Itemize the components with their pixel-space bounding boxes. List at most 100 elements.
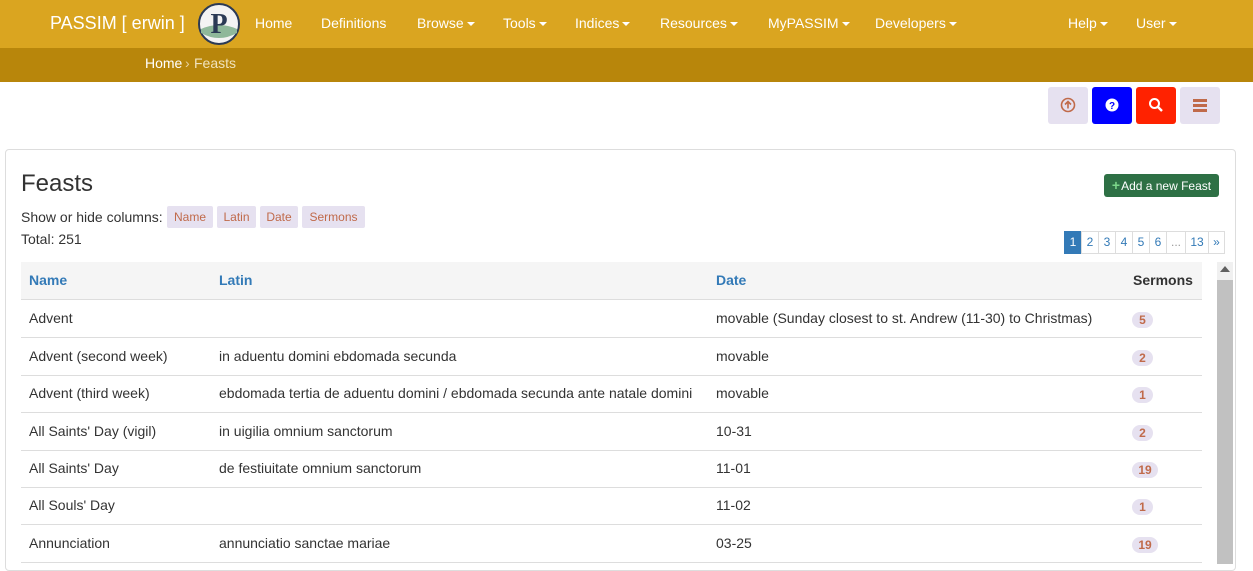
cell-name: Advent [29,310,73,326]
toggle-column-sermons[interactable]: Sermons [302,206,365,228]
toggle-column-name[interactable]: Name [167,206,213,228]
nav-help-label: Help [1068,15,1097,31]
page-4[interactable]: 4 [1115,231,1133,254]
nav-resources-label: Resources [660,15,727,31]
cell-latin: in aduentu domini ebdomada secunda [219,348,457,364]
page-13[interactable]: 13 [1185,231,1209,254]
cell-date: 11-02 [716,497,751,513]
cell-name: Advent (third week) [29,385,150,401]
nav-indices[interactable]: Indices [575,15,631,31]
nav-home[interactable]: Home [255,15,292,31]
cell-name: All Saints' Day (vigil) [29,423,157,439]
sermon-count-badge[interactable]: 1 [1132,387,1153,403]
breadcrumb-separator: › [185,55,190,71]
cell-date: movable (Sunday closest to st. Andrew (1… [716,310,1093,326]
column-header-date[interactable]: Date [716,272,746,288]
page-title: Feasts [21,170,94,197]
nav-definitions[interactable]: Definitions [321,15,386,31]
cell-latin: ebdomada tertia de aduentu domini / ebdo… [219,385,693,401]
cell-name: All Souls' Day [29,497,115,513]
list-icon [1193,99,1207,112]
total-count: Total: 251 [21,231,82,247]
page-next[interactable]: » [1208,231,1225,254]
table-row[interactable]: Advent (third week) ebdomada tertia de a… [21,375,1202,413]
passim-logo-icon[interactable]: P [198,3,240,45]
nav-definitions-label: Definitions [321,15,387,31]
nav-browse[interactable]: Browse [417,15,475,31]
help-button[interactable]: ? [1092,87,1132,124]
page-6[interactable]: 6 [1149,231,1167,254]
toggle-column-date[interactable]: Date [260,206,298,228]
brand-title[interactable]: PASSIM [ erwin ] [50,13,185,34]
scroll-up-arrow-icon[interactable] [1220,266,1230,272]
upload-circle-icon [1060,97,1076,113]
nav-resources[interactable]: Resources [660,15,738,31]
help-icon: ? [1105,98,1119,112]
chevron-down-icon [622,22,631,27]
cell-name: Advent (second week) [29,348,168,364]
nav-mypassim[interactable]: MyPASSIM [768,15,850,31]
table-row[interactable]: All Saints' Day (vigil) in uigilia omniu… [21,413,1202,451]
page-1[interactable]: 1 [1064,231,1082,254]
sermon-count-badge[interactable]: 19 [1132,537,1158,553]
page-5[interactable]: 5 [1132,231,1150,254]
search-button[interactable] [1136,87,1176,124]
search-icon [1149,98,1163,112]
column-header-latin[interactable]: Latin [219,272,252,288]
cell-date: 03-25 [716,535,752,551]
table-row[interactable]: All Saints' Day de festiuitate omnium sa… [21,450,1202,488]
chevron-down-icon [1168,22,1177,27]
sermon-count-badge[interactable]: 2 [1132,425,1153,441]
nav-tools[interactable]: Tools [503,15,547,31]
sermon-count-badge[interactable]: 2 [1132,350,1153,366]
cell-date: 10-31 [716,423,752,439]
column-header-name[interactable]: Name [29,272,67,288]
sermon-count-badge[interactable]: 19 [1132,462,1158,478]
logo-letter: P [210,9,227,40]
nav-developers-label: Developers [875,15,946,31]
pagination: 1 2 3 4 5 6 ... 13 » [1064,231,1225,254]
top-navbar: PASSIM [ erwin ] P Home Definitions Brow… [0,0,1253,48]
breadcrumb: Home › Feasts [0,48,1253,82]
breadcrumb-home-link[interactable]: Home [145,55,182,71]
chevron-down-icon [948,22,957,27]
nav-mypassim-label: MyPASSIM [768,15,839,31]
page-ellipsis: ... [1166,231,1186,254]
nav-tools-label: Tools [503,15,536,31]
nav-user-label: User [1136,15,1166,31]
toggle-column-latin[interactable]: Latin [217,206,256,228]
add-feast-label: Add a new Feast [1121,179,1212,193]
nav-user[interactable]: User [1136,15,1177,31]
nav-developers[interactable]: Developers [875,15,957,31]
cell-latin: de festiuitate omnium sanctorum [219,460,422,476]
chevron-down-icon [729,22,738,27]
sermon-count-badge[interactable]: 5 [1132,312,1153,328]
cell-date: 11-01 [716,460,751,476]
plus-icon: + [1111,177,1121,193]
table-row[interactable]: Advent (second week) in aduentu domini e… [21,338,1202,376]
cell-latin: in uigilia omnium sanctorum [219,423,393,439]
table-row[interactable]: Annunciation annunciatio sanctae mariae … [21,525,1202,563]
nav-help[interactable]: Help [1068,15,1108,31]
chevron-down-icon [841,22,850,27]
chevron-down-icon [538,22,547,27]
list-view-button[interactable] [1180,87,1220,124]
nav-home-label: Home [255,15,293,31]
svg-text:?: ? [1109,101,1115,112]
chevron-down-icon [466,22,475,27]
page-2[interactable]: 2 [1081,231,1099,254]
table-row[interactable]: All Souls' Day 11-02 1 [21,487,1202,525]
table-header: Name Latin Date Sermons [21,262,1202,300]
cell-date: movable [716,385,769,401]
breadcrumb-current: Feasts [194,55,237,71]
scrollbar-thumb[interactable] [1217,280,1233,564]
nav-indices-label: Indices [575,15,620,31]
page-3[interactable]: 3 [1098,231,1116,254]
add-feast-button[interactable]: +Add a new Feast [1104,174,1219,197]
cell-latin: annunciatio sanctae mariae [219,535,391,551]
cell-name: Annunciation [29,535,110,551]
sermon-count-badge[interactable]: 1 [1132,499,1153,515]
nav-browse-label: Browse [417,15,464,31]
table-row[interactable]: Advent movable (Sunday closest to st. An… [21,300,1202,338]
upload-button[interactable] [1048,87,1088,124]
